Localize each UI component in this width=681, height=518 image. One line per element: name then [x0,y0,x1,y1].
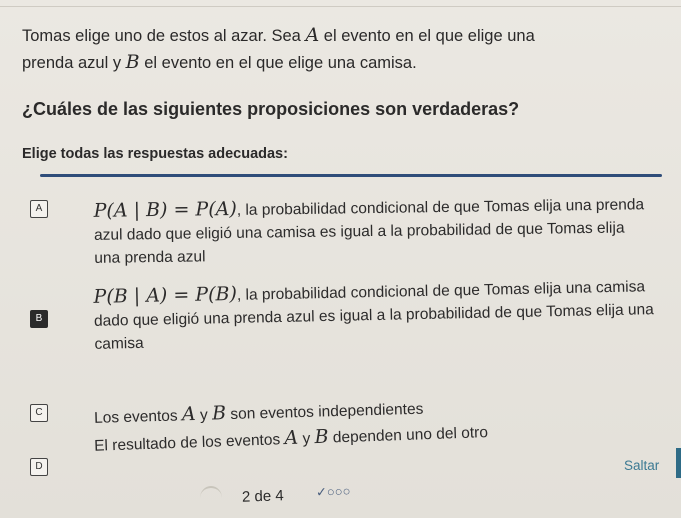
exercise-page: Tomas elige uno de estos al azar. Sea A … [0,0,681,518]
option-b-math: P(B | A) = P(B) [93,282,238,308]
prompt-text: Tomas elige uno de estos al azar. Sea [22,27,301,45]
prompt-text: el evento en el que elige una camisa. [144,54,417,72]
option-d-text: dependen uno del otro [332,424,489,447]
instruction-text: Elige todas las respuestas adecuadas: [22,146,288,162]
option-d-math-b: B [314,425,329,449]
option-d-text: y [302,430,311,448]
option-d-checkbox[interactable]: D [30,458,48,476]
option-a-label: P(A | B) = P(A), la probabilidad condici… [94,192,655,270]
prompt-text: el evento en el que elige una [323,27,535,45]
skip-bar [676,448,681,478]
option-c-text: y [199,406,209,424]
question-text: ¿Cuáles de las siguientes proposiciones … [22,99,520,119]
option-a-math: P(A | B) = P(A) [93,197,237,222]
option-d-text: El resultado de los eventos [93,431,281,455]
skip-button[interactable]: Saltar [624,458,659,473]
option-b-label: P(B | A) = P(B), la probabilidad condici… [93,274,654,356]
top-rule [0,6,681,7]
event-b: B [125,51,140,73]
option-b-checkbox[interactable]: B [30,310,48,328]
prompt-text: prenda azul y [22,54,122,72]
option-c-text: Los eventos [93,407,178,427]
option-c-checkbox[interactable]: C [30,404,48,422]
progress-dots: ✓○○○ [315,483,351,500]
option-c-math-a: A [181,402,196,426]
problem-prompt: Tomas elige uno de estos al azar. Sea A … [22,22,622,76]
option-c-text: son eventos independientes [230,400,424,424]
divider [40,174,662,177]
option-c-math-b: B [211,402,227,425]
loading-arc-icon [200,486,222,510]
event-a: A [305,24,320,46]
progress-indicator: 2 de 4 [241,487,285,506]
option-a-checkbox[interactable]: A [30,200,48,218]
option-d-math-a: A [284,426,299,450]
